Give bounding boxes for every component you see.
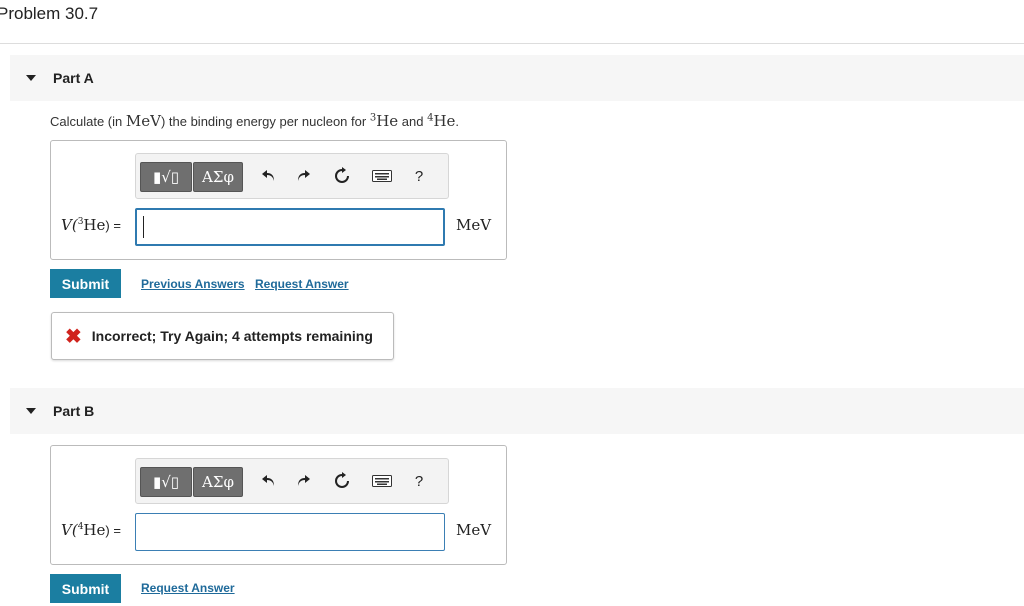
unit-label: MeV (456, 216, 492, 234)
math-toolbar: ▮√▯ ΑΣφ ? (135, 153, 449, 199)
request-answer-link[interactable]: Request Answer (255, 277, 349, 291)
keyboard-icon[interactable] (369, 468, 395, 494)
part-a-header[interactable]: Part A (10, 55, 1024, 101)
submit-button[interactable]: Submit (50, 269, 121, 298)
unit-label: MeV (456, 521, 492, 539)
variable-label: V(3He) = (61, 216, 121, 234)
problem-title: Problem 30.7 (0, 4, 99, 23)
feedback-text: Incorrect; Try Again; 4 attempts remaini… (91, 328, 373, 344)
title-divider (0, 43, 1024, 44)
isotope-symbol: He (376, 112, 399, 130)
isotope-symbol: He (433, 112, 456, 130)
submit-button[interactable]: Submit (50, 574, 121, 603)
prompt-unit: MeV (125, 112, 161, 130)
part-b-header[interactable]: Part B (10, 388, 1024, 434)
text-cursor (143, 216, 144, 238)
collapse-caret-icon[interactable] (26, 75, 36, 81)
prompt-text: and (398, 114, 428, 129)
undo-icon[interactable] (256, 163, 282, 189)
undo-icon[interactable] (256, 468, 282, 494)
redo-icon[interactable] (290, 468, 316, 494)
variable-label: V(4He) = (61, 521, 121, 539)
collapse-caret-icon[interactable] (26, 408, 36, 414)
equals-sign: ) = (105, 218, 121, 233)
part-b-label: Part B (53, 403, 95, 419)
request-answer-link[interactable]: Request Answer (141, 581, 235, 595)
part-a-label: Part A (53, 70, 94, 86)
redo-icon[interactable] (290, 163, 316, 189)
greek-symbols-button[interactable]: ΑΣφ (193, 467, 243, 497)
answer-input[interactable] (135, 513, 445, 551)
help-button[interactable]: ? (406, 163, 432, 189)
reset-icon[interactable] (329, 468, 355, 494)
x-icon: ✖ (65, 325, 82, 348)
prompt-text: . (455, 114, 460, 129)
isotope-symbol: He (83, 216, 106, 234)
reset-icon[interactable] (329, 163, 355, 189)
help-button[interactable]: ? (406, 468, 432, 494)
prompt-text: Calculate (in (50, 114, 126, 129)
isotope-symbol: He (83, 521, 106, 539)
feedback-message: ✖ Incorrect; Try Again; 4 attempts remai… (51, 312, 394, 360)
templates-button[interactable]: ▮√▯ (140, 162, 192, 192)
variable-name: V( (61, 521, 78, 539)
equals-sign: ) = (105, 523, 121, 538)
answer-input[interactable] (135, 208, 445, 246)
math-toolbar: ▮√▯ ΑΣφ ? (135, 458, 449, 504)
part-b-answer-box: ▮√▯ ΑΣφ ? V(4He) = MeV (50, 445, 507, 565)
part-a-prompt: Calculate (in MeV) the binding energy pe… (50, 112, 459, 130)
previous-answers-link[interactable]: Previous Answers (141, 277, 245, 291)
variable-name: V( (61, 216, 78, 234)
keyboard-icon[interactable] (369, 163, 395, 189)
part-a-answer-box: ▮√▯ ΑΣφ ? V(3He) = MeV (50, 140, 507, 260)
greek-symbols-button[interactable]: ΑΣφ (193, 162, 243, 192)
prompt-text: ) the binding energy per nucleon for (160, 114, 370, 129)
templates-button[interactable]: ▮√▯ (140, 467, 192, 497)
